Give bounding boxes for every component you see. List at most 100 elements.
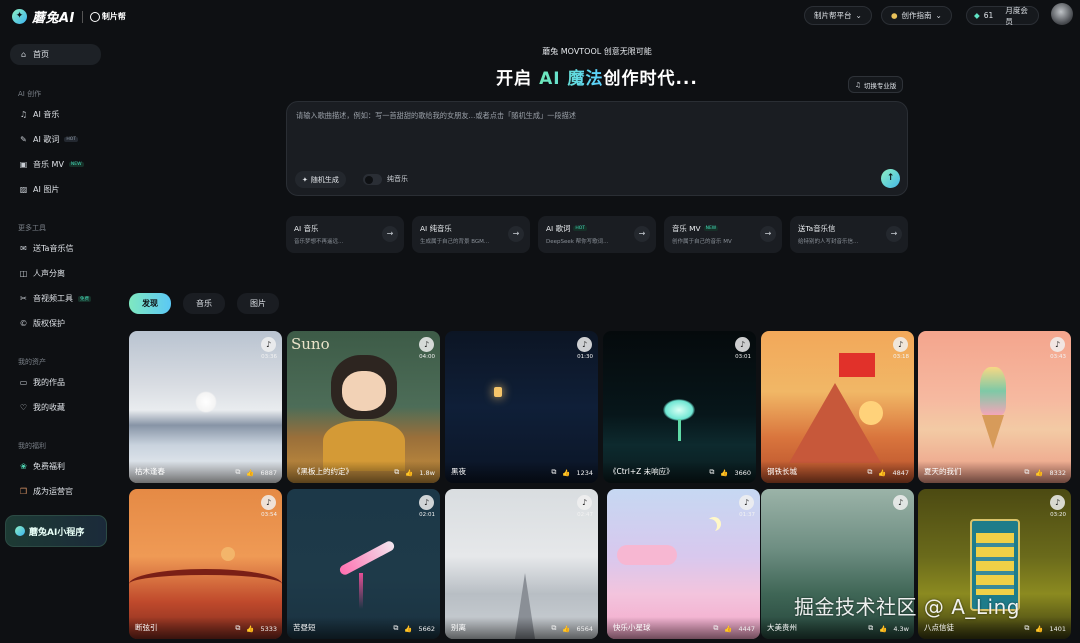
- like-icon[interactable]: 👍: [562, 469, 570, 477]
- card-item[interactable]: ♪ 03:54 断弦引 ⧉ 👍 5333: [129, 489, 282, 639]
- card-item[interactable]: Suno ♪ 04:00 《黑板上的约定》 ⧉ 👍 1.8w: [287, 331, 440, 483]
- like-icon[interactable]: 👍: [1035, 625, 1043, 633]
- card-title: 苦昼短: [293, 623, 316, 632]
- mini-program-icon: [15, 526, 25, 536]
- music-note-icon[interactable]: ♪: [419, 337, 434, 352]
- like-icon[interactable]: 👍: [404, 625, 412, 633]
- edit-icon[interactable]: ⧉: [235, 468, 240, 477]
- edit-icon[interactable]: ⧉: [1024, 624, 1029, 633]
- sidebar-item-ai-lyrics[interactable]: ✎ AI 歌词 HOT: [10, 129, 101, 150]
- feature-name-row: AI 歌词 HOT: [546, 223, 588, 234]
- sidebar-item-ai-music[interactable]: ♫ AI 音乐: [10, 104, 101, 125]
- music-note-icon[interactable]: ♪: [577, 495, 592, 510]
- card-item[interactable]: ♪ 02:01 苦昼短 ⧉ 👍 5662: [287, 489, 440, 639]
- flower-icon: ❀: [20, 462, 27, 471]
- free-badge: 免费: [78, 295, 91, 302]
- edit-icon[interactable]: ⧉: [867, 468, 872, 477]
- arrow-right-icon: →: [886, 226, 902, 242]
- feature-music-letter[interactable]: 送Ta音乐信 给特别的人写封音乐信... →: [790, 216, 908, 253]
- card-item[interactable]: ♪ 03:43 夏天的我们 ⧉ 👍 8332: [918, 331, 1071, 483]
- edit-icon[interactable]: ⧉: [713, 624, 718, 633]
- sidebar-item-vocal-separation[interactable]: ◫ 人声分离: [10, 263, 101, 284]
- membership-badge[interactable]: ◆ 61 月度会员: [966, 5, 1039, 26]
- like-icon[interactable]: 👍: [724, 625, 732, 633]
- music-note-icon[interactable]: ♪: [893, 495, 908, 510]
- pure-music-toggle[interactable]: [363, 174, 382, 185]
- tab-images[interactable]: 图片: [237, 293, 279, 314]
- like-icon[interactable]: 👍: [246, 469, 254, 477]
- feature-ai-lyrics[interactable]: AI 歌词 HOT DeepSeek 帮你写歌词... →: [538, 216, 656, 253]
- feature-ai-music[interactable]: AI 音乐 音乐梦想不再遥远... →: [286, 216, 404, 253]
- card-item[interactable]: ♪ 01:37 快乐小星球 ⧉ 👍 4447: [607, 489, 760, 639]
- new-badge: NEW: [703, 226, 719, 231]
- like-icon[interactable]: 👍: [878, 469, 886, 477]
- sidebar-item-favorites[interactable]: ♡ 我的收藏: [10, 397, 101, 418]
- arrow-right-icon: →: [634, 226, 650, 242]
- card-duration: 02:01: [419, 512, 435, 518]
- card-item[interactable]: ♪ 01:30 黑夜 ⧉ 👍 1234: [445, 331, 598, 483]
- membership-label: 月度会员: [1005, 5, 1028, 26]
- music-note-icon[interactable]: ♪: [261, 337, 276, 352]
- edit-icon[interactable]: ⧉: [394, 468, 399, 477]
- music-note-icon[interactable]: ♪: [577, 337, 592, 352]
- sidebar-item-music-letter[interactable]: ✉ 送Ta音乐信: [10, 238, 101, 259]
- sidebar-item-music-mv[interactable]: ▣ 音乐 MV NEW: [10, 154, 101, 175]
- like-count: 5333: [260, 624, 277, 633]
- tab-discover[interactable]: 发现: [129, 293, 171, 314]
- like-icon[interactable]: 👍: [562, 625, 570, 633]
- avatar[interactable]: [1051, 3, 1073, 25]
- send-button[interactable]: ↑: [881, 169, 900, 188]
- sidebar-item-become-operator[interactable]: ❒ 成为运营官: [10, 481, 101, 502]
- music-note-icon[interactable]: ♪: [1050, 337, 1065, 352]
- music-note-icon[interactable]: ♪: [735, 337, 750, 352]
- edit-icon[interactable]: ⧉: [709, 468, 714, 477]
- arrow-right-icon: →: [382, 226, 398, 242]
- like-count: 1401: [1049, 624, 1066, 633]
- like-icon[interactable]: 👍: [405, 469, 413, 477]
- sidebar-item-ai-image[interactable]: ▨ AI 图片: [10, 179, 101, 200]
- edit-icon[interactable]: ⧉: [551, 468, 556, 477]
- sidebar-item-free-benefits[interactable]: ❀ 免费福利: [10, 456, 101, 477]
- card-item[interactable]: ♪ 03:36 枯木逢春 ⧉ 👍 6887: [129, 331, 282, 483]
- partner-logo-icon: [89, 11, 100, 22]
- arrow-right-icon: →: [508, 226, 524, 242]
- tab-music[interactable]: 音乐: [183, 293, 225, 314]
- logo[interactable]: ✦ 蘑兔AI 制片帮: [12, 7, 126, 26]
- sidebar-item-av-tools[interactable]: ✂ 音视频工具 免费: [10, 288, 101, 309]
- music-note-icon[interactable]: ♪: [1050, 495, 1065, 510]
- edit-icon[interactable]: ⧉: [393, 624, 398, 633]
- music-note-icon[interactable]: ♪: [739, 495, 754, 510]
- prompt-input[interactable]: 请输入歌曲描述，例如：写一首甜甜的歌给我的女朋友...或者点击「随机生成」一段描…: [296, 111, 576, 121]
- random-generate-button[interactable]: ✦ 随机生成: [295, 171, 346, 188]
- sidebar-item-my-works[interactable]: ▭ 我的作品: [10, 372, 101, 393]
- sidebar-item-copyright[interactable]: © 版权保护: [10, 313, 101, 334]
- edit-icon[interactable]: ⧉: [235, 624, 240, 633]
- guide-menu[interactable]: ● 创作指南 ⌄: [881, 6, 952, 25]
- prompt-box[interactable]: 请输入歌曲描述，例如：写一首甜甜的歌给我的女朋友...或者点击「随机生成」一段描…: [286, 101, 908, 196]
- music-note-icon[interactable]: ♪: [893, 337, 908, 352]
- edit-icon[interactable]: ⧉: [1024, 468, 1029, 477]
- like-icon[interactable]: 👍: [1035, 469, 1043, 477]
- music-note-icon[interactable]: ♪: [419, 495, 434, 510]
- logo-text: 蘑兔AI: [32, 11, 75, 26]
- platform-menu[interactable]: 制片帮平台 ⌄: [804, 6, 872, 25]
- sidebar-item-label: 我的作品: [33, 378, 65, 387]
- hero-title-part1: 开启: [496, 69, 540, 89]
- sidebar-section-tools: 更多工具: [18, 224, 46, 232]
- edit-icon[interactable]: ⧉: [868, 624, 873, 633]
- mini-program-button[interactable]: 蘑兔AI小程序: [5, 515, 107, 547]
- card-duration: 01:37: [739, 512, 755, 518]
- edit-icon[interactable]: ⧉: [551, 624, 556, 633]
- card-item[interactable]: ♪ 03:18 钢铁长城 ⧉ 👍 4847: [761, 331, 914, 483]
- card-item[interactable]: ♪ 02:47 别离 ⧉ 👍 6564: [445, 489, 598, 639]
- music-note-icon[interactable]: ♪: [261, 495, 276, 510]
- feature-ai-pure-music[interactable]: AI 纯音乐 生成属于自己的背景 BGM... →: [412, 216, 530, 253]
- like-icon[interactable]: 👍: [720, 469, 728, 477]
- feature-music-mv[interactable]: 音乐 MV NEW 创作属于自己的音乐 MV →: [664, 216, 782, 253]
- sun-art: [859, 401, 883, 425]
- like-icon[interactable]: 👍: [879, 625, 887, 633]
- switch-pro-button[interactable]: ♫ 切换专业版: [848, 76, 904, 93]
- flag-art: [839, 353, 875, 377]
- like-icon[interactable]: 👍: [246, 625, 254, 633]
- card-item[interactable]: ♪ 03:01 《Ctrl+Z 未响应》 ⧉ 👍 3660: [603, 331, 756, 483]
